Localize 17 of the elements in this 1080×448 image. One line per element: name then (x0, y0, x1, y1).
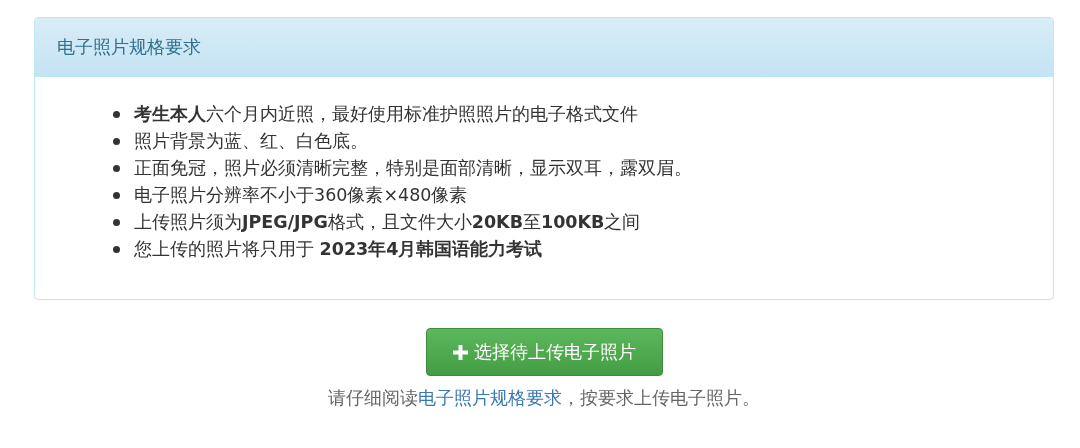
requirement-text: 您上传的照片将只用于 2023年4月韩国语能力考试 (134, 238, 543, 261)
requirements-link[interactable]: 电子照片规格要求 (418, 388, 562, 408)
bullet-icon (113, 246, 120, 253)
bullet-icon (113, 138, 120, 145)
bullet-icon (113, 219, 120, 226)
requirement-text: 考生本人六个月内近照，最好使用标准护照照片的电子格式文件 (134, 103, 638, 126)
bullet-icon (113, 111, 120, 118)
requirement-text: 电子照片分辨率不小于360像素×480像素 (134, 184, 468, 207)
panel-title: 电子照片规格要求 (57, 35, 201, 59)
plus-icon (452, 344, 468, 360)
bullet-icon (113, 192, 120, 199)
hint-text: 请仔细阅读电子照片规格要求，按要求上传电子照片。 (328, 387, 760, 410)
requirement-text: 上传照片须为JPEG/JPG格式，且文件大小20KB至100KB之间 (134, 211, 641, 234)
requirement-text: 正面免冠，照片必须清晰完整，特别是面部清晰，显示双耳，露双眉。 (134, 157, 692, 180)
bullet-icon (113, 165, 120, 172)
requirement-text: 照片背景为蓝、红、白色底。 (134, 130, 368, 153)
upload-button[interactable]: 选择待上传电子照片 (425, 328, 663, 376)
